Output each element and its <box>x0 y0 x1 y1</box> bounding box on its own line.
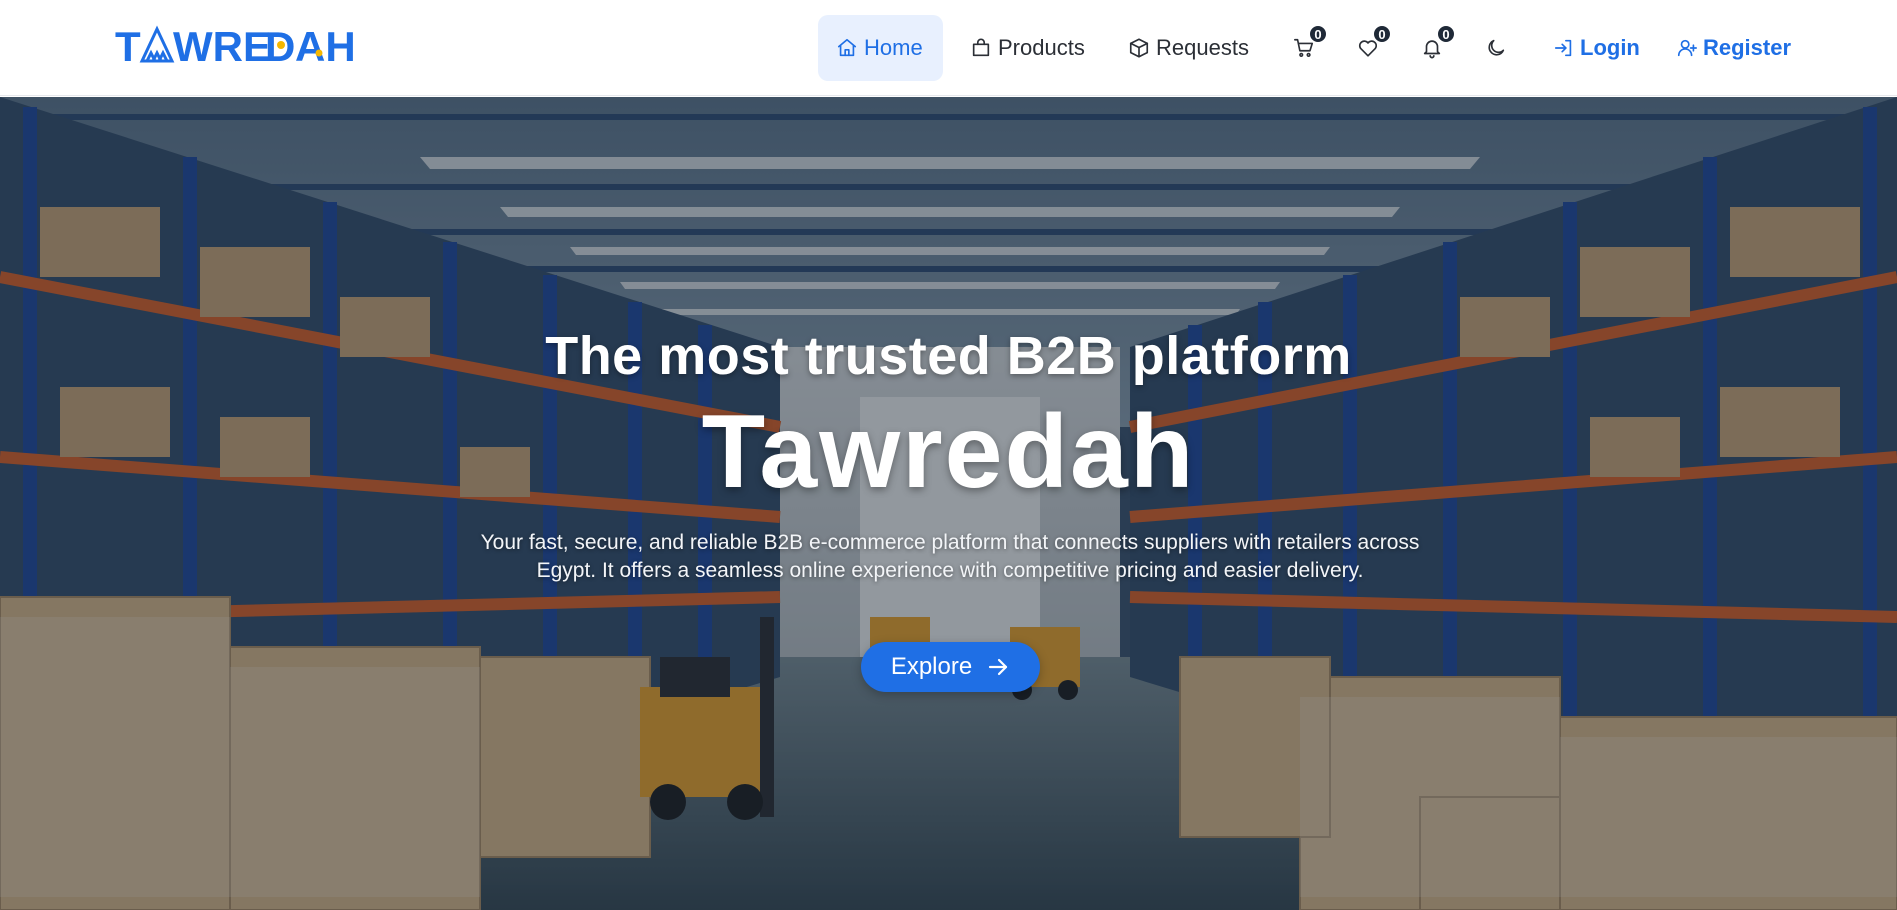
hero-subtitle: The most trusted B2B platform <box>545 326 1352 386</box>
arrow-right-icon <box>989 658 1008 676</box>
svg-text:WRE: WRE <box>173 23 271 65</box>
nav-products-label: Products <box>998 35 1085 60</box>
user-plus-icon <box>1677 39 1697 57</box>
cart-button[interactable]: 0 <box>1284 24 1328 68</box>
navbar: T WRE D AH <box>0 0 1897 96</box>
nav-home-link[interactable]: Home <box>818 15 943 81</box>
nav-requests-link[interactable]: Requests <box>1110 15 1258 81</box>
nav-requests-label: Requests <box>1156 35 1249 60</box>
home-icon <box>837 38 857 57</box>
login-link[interactable]: Login <box>1553 28 1640 68</box>
svg-text:T: T <box>115 23 141 65</box>
register-label: Register <box>1703 35 1792 60</box>
tawredah-logo[interactable]: T WRE D AH <box>115 20 371 68</box>
moon-icon <box>1488 39 1505 56</box>
hero-content: The most trusted B2B platform Tawredah Y… <box>0 97 1897 910</box>
hero-section: The most trusted B2B platform Tawredah Y… <box>0 97 1897 910</box>
nav-home-label: Home <box>864 35 923 60</box>
hero-title: Tawredah <box>701 394 1196 510</box>
login-label: Login <box>1580 35 1640 60</box>
nav-products-link[interactable]: Products <box>952 15 1100 81</box>
explore-button[interactable]: Explore <box>861 642 1040 692</box>
notifications-count-badge: 0 <box>1436 24 1456 44</box>
theme-toggle-button[interactable] <box>1476 28 1516 68</box>
explore-button-label: Explore <box>890 653 973 680</box>
box-icon <box>1129 38 1149 58</box>
hero-description: Your fast, secure, and reliable B2B e-co… <box>480 531 1420 582</box>
wishlist-count-badge: 0 <box>1372 24 1392 44</box>
wishlist-button[interactable]: 0 <box>1348 24 1392 68</box>
shopping-bag-icon <box>972 38 990 57</box>
register-link[interactable]: Register <box>1676 28 1791 68</box>
cart-count-badge: 0 <box>1308 24 1328 44</box>
svg-text:AH: AH <box>295 23 356 65</box>
notifications-button[interactable]: 0 <box>1412 24 1456 68</box>
logo-wordmark: T WRE D AH <box>115 23 356 65</box>
login-icon <box>1554 39 1572 57</box>
